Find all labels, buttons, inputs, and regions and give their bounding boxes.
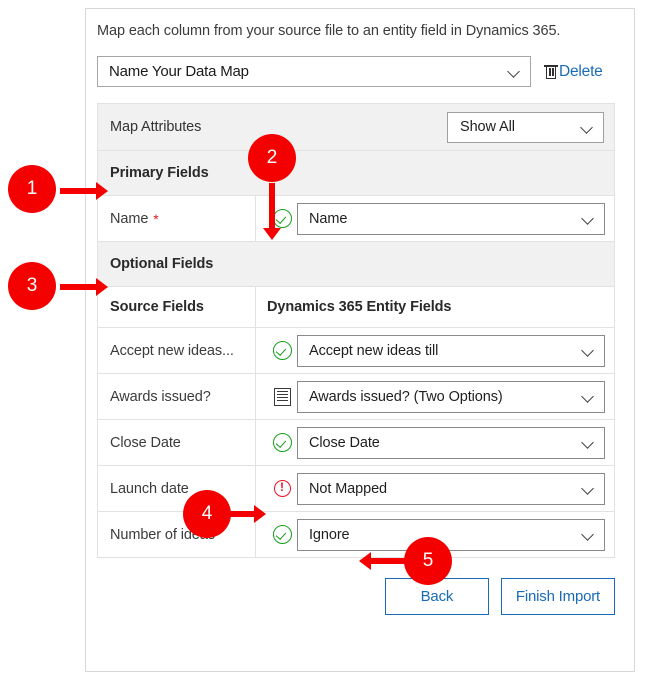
status-cell (267, 525, 297, 544)
status-cell (267, 387, 297, 406)
data-map-name-row: Name Your Data Map Delete (97, 56, 623, 87)
table-row: Close Date Close Date (98, 420, 614, 466)
table-row: Awards issued? Awards issued? (Two Optio… (98, 374, 614, 420)
table-row: Name * Name (98, 196, 614, 242)
entity-field-value: Ignore (309, 526, 350, 543)
entity-field-value: Accept new ideas till (309, 342, 439, 359)
target-field-cell: Close Date (256, 426, 614, 459)
target-field-cell: Name (256, 202, 614, 235)
delete-map-link[interactable]: Delete (544, 63, 603, 81)
annotation-arrow-5 (359, 552, 407, 570)
entity-field-select[interactable]: Name (297, 202, 605, 235)
section-header-primary-fields: Primary Fields (98, 151, 614, 196)
source-field-label: Awards issued? (110, 388, 211, 405)
entity-field-value: Not Mapped (309, 480, 387, 497)
check-circle-icon (272, 433, 292, 452)
annotation-arrow-1 (60, 182, 108, 200)
chevron-down-icon (582, 390, 595, 403)
chevron-down-icon (508, 65, 521, 78)
status-cell (267, 433, 297, 452)
entity-field-select[interactable]: Awards issued? (Two Options) (297, 380, 605, 413)
table-row: Accept new ideas... Accept new ideas til… (98, 328, 614, 374)
chevron-down-icon (581, 121, 594, 134)
trash-icon (544, 64, 558, 80)
warning-circle-icon (273, 480, 291, 497)
source-field-cell: Close Date (98, 420, 256, 465)
section-header-optional-fields: Optional Fields (98, 242, 614, 287)
status-cell (267, 341, 297, 360)
annotation-arrow-3 (60, 278, 108, 296)
chevron-down-icon (582, 528, 595, 541)
target-field-cell: Accept new ideas till (256, 334, 614, 367)
source-field-cell: Name * (98, 196, 256, 241)
status-cell (267, 480, 297, 497)
entity-field-select[interactable]: Close Date (297, 426, 605, 459)
data-map-name-select[interactable]: Name Your Data Map (97, 56, 531, 87)
delete-label: Delete (559, 62, 603, 80)
table-row: Number of ideas Ignore (98, 512, 614, 558)
entity-field-select[interactable]: Accept new ideas till (297, 334, 605, 367)
check-circle-icon (272, 525, 292, 544)
show-all-filter-select[interactable]: Show All (447, 111, 604, 143)
source-field-cell: Accept new ideas... (98, 328, 256, 373)
intro-instruction-text: Map each column from your source file to… (97, 23, 561, 39)
annotation-arrow-2 (263, 183, 281, 240)
annotation-badge-5: 5 (404, 537, 452, 585)
table-row: Launch date Not Mapped (98, 466, 614, 512)
show-all-filter-value: Show All (460, 119, 515, 135)
target-column-label: Dynamics 365 Entity Fields (267, 299, 452, 315)
back-button[interactable]: Back (384, 578, 489, 615)
data-map-name-value: Name Your Data Map (109, 63, 249, 80)
required-asterisk: * (153, 210, 159, 227)
finish-import-button[interactable]: Finish Import (500, 578, 615, 615)
entity-field-value: Close Date (309, 434, 380, 451)
annotation-badge-4: 4 (183, 490, 231, 538)
column-headers-row: Source Fields Dynamics 365 Entity Fields (98, 287, 614, 328)
source-column-label: Source Fields (110, 299, 204, 315)
map-attributes-title: Map Attributes (110, 119, 202, 135)
annotation-badge-3: 3 (8, 262, 56, 310)
source-field-cell: Awards issued? (98, 374, 256, 419)
source-field-label: Launch date (110, 480, 189, 497)
target-field-cell: Not Mapped (256, 472, 614, 505)
target-column-header: Dynamics 365 Entity Fields (256, 299, 614, 315)
source-field-label: Name (110, 210, 149, 227)
source-field-label: Accept new ideas... (110, 342, 234, 359)
entity-field-value: Name (309, 210, 348, 227)
footer-actions: Back Finish Import (97, 578, 615, 615)
annotation-badge-1: 1 (8, 165, 56, 213)
chevron-down-icon (582, 482, 595, 495)
chevron-down-icon (582, 344, 595, 357)
entity-field-select[interactable]: Ignore (297, 518, 605, 551)
entity-field-value: Awards issued? (Two Options) (309, 388, 503, 405)
check-circle-icon (272, 341, 292, 360)
target-field-cell: Awards issued? (Two Options) (256, 380, 614, 413)
annotation-badge-2: 2 (248, 134, 296, 182)
primary-fields-label: Primary Fields (110, 165, 209, 181)
source-field-label: Close Date (110, 434, 181, 451)
optional-fields-label: Optional Fields (110, 256, 214, 272)
chevron-down-icon (582, 212, 595, 225)
map-attributes-table: Map Attributes Show All Primary Fields N… (97, 103, 615, 558)
source-column-header: Source Fields (98, 287, 256, 327)
map-attributes-header-row: Map Attributes Show All (98, 104, 614, 151)
data-map-panel: Map each column from your source file to… (85, 8, 635, 672)
option-list-icon (273, 387, 291, 406)
panel-content: Map each column from your source file to… (97, 21, 623, 615)
chevron-down-icon (582, 436, 595, 449)
entity-field-select[interactable]: Not Mapped (297, 472, 605, 505)
